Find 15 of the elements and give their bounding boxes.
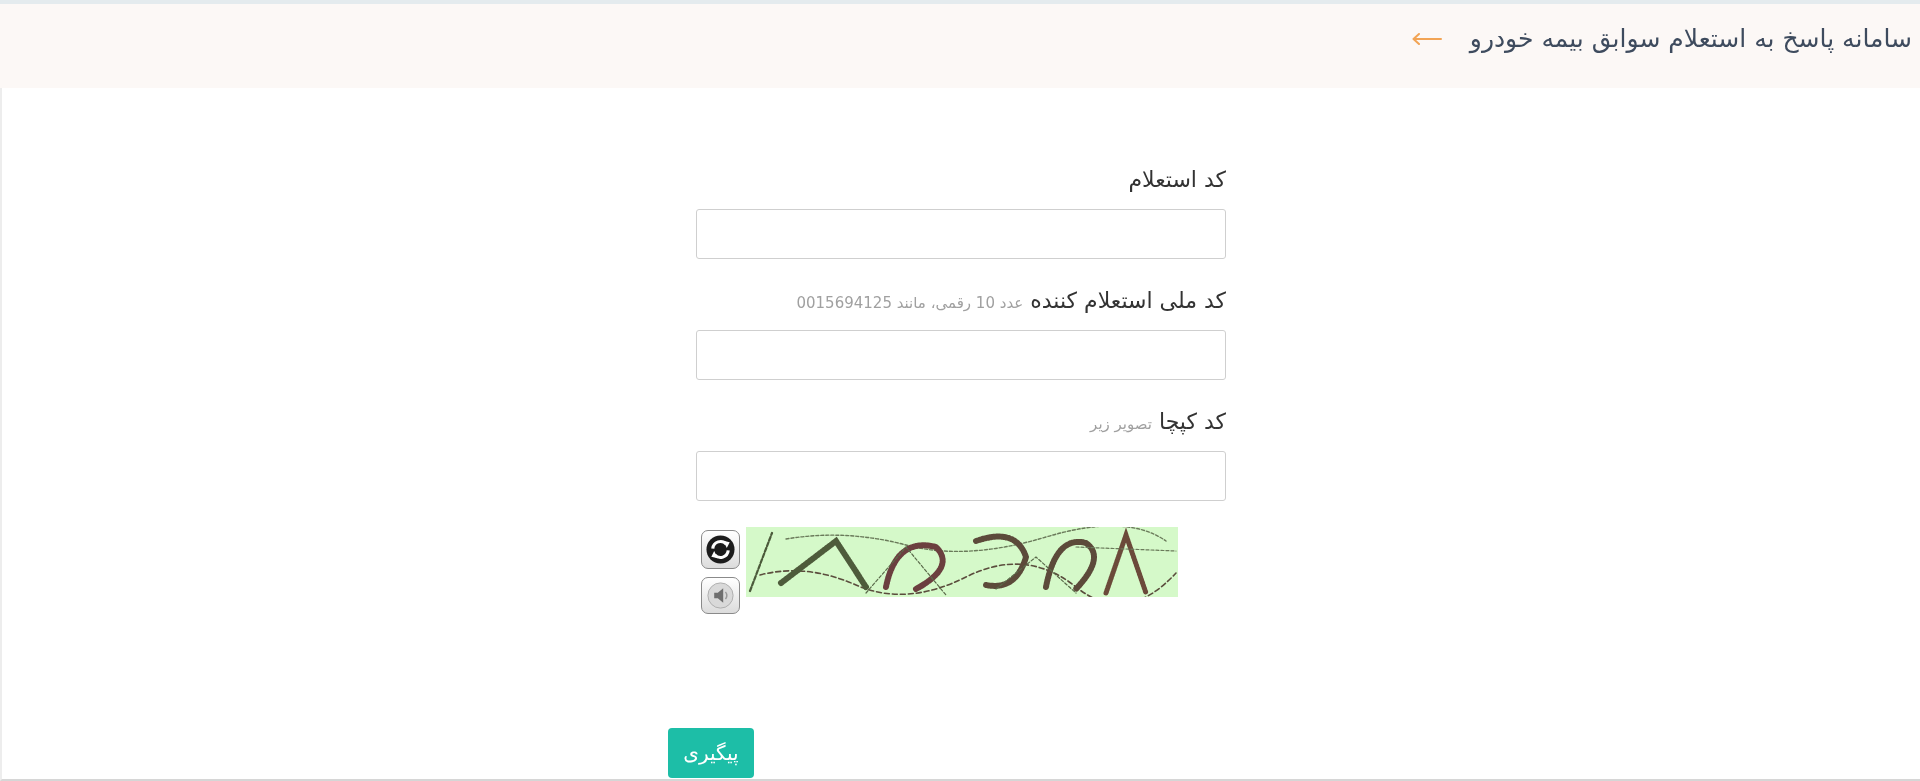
refresh-button[interactable] — [701, 530, 740, 569]
page-title: سامانه پاسخ به استعلام سوابق بیمه خودرو — [1469, 23, 1912, 55]
follow-up-button[interactable]: پیگیری — [668, 728, 754, 778]
input-field[interactable] — [696, 451, 1226, 501]
speaker-icon — [707, 582, 734, 609]
input-field[interactable] — [696, 330, 1226, 380]
arrow-left-icon — [1411, 33, 1442, 45]
field-hint: عدد 10 رقمی، مانند 0015694125 — [796, 294, 1024, 312]
audio-button[interactable] — [701, 577, 740, 614]
field-label: کد ملی استعلام کننده — [1030, 287, 1226, 315]
refresh-icon — [706, 535, 735, 564]
field-label: کد استعلام — [1128, 166, 1226, 194]
field-hint: تصویر زیر — [1090, 415, 1152, 433]
field-label: کد کپچا — [1158, 408, 1226, 436]
input-field[interactable] — [696, 209, 1226, 259]
